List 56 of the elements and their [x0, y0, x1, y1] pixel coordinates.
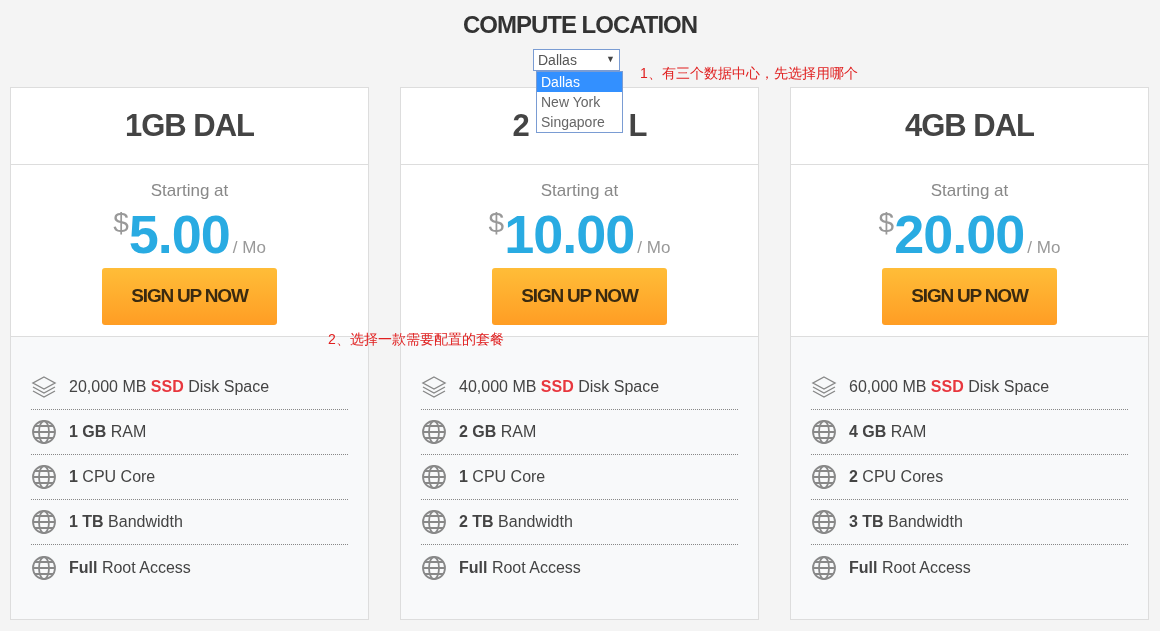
- price-period: / Mo: [232, 236, 266, 259]
- layers-icon: [811, 374, 837, 400]
- dropdown-option[interactable]: New York: [537, 92, 622, 112]
- globe-icon: [31, 464, 57, 490]
- feature-text: 2 GB RAM: [459, 422, 537, 442]
- feature-text: 1 TB Bandwidth: [69, 512, 183, 532]
- plan-name-fragment: L: [628, 106, 647, 145]
- sign-up-button[interactable]: SIGN UP NOW: [492, 268, 667, 325]
- globe-icon: [811, 419, 837, 445]
- currency-symbol: $: [488, 206, 505, 240]
- starting-label: Starting at: [540, 180, 619, 202]
- feature-text: 60,000 MB SSD Disk Space: [849, 377, 1050, 397]
- starting-label: Starting at: [930, 180, 1009, 202]
- feature-text: 1 CPU Core: [459, 467, 546, 487]
- annotation-text: 2、选择一款需要配置的套餐: [328, 330, 504, 349]
- globe-icon: [811, 464, 837, 490]
- price-amount: 10.00: [504, 203, 635, 266]
- starting-label: Starting at: [150, 180, 229, 202]
- feature-text: 2 CPU Cores: [849, 467, 944, 487]
- feature-text: 1 GB RAM: [69, 422, 147, 442]
- layers-icon: [421, 374, 447, 400]
- feature-text: 20,000 MB SSD Disk Space: [69, 377, 270, 397]
- annotation-text: 1、有三个数据中心，先选择用哪个: [640, 64, 858, 83]
- globe-icon: [31, 509, 57, 535]
- sign-up-button[interactable]: SIGN UP NOW: [102, 268, 277, 325]
- globe-icon: [811, 509, 837, 535]
- globe-icon: [811, 554, 837, 581]
- globe-icon: [31, 554, 57, 581]
- location-select[interactable]: Dallas ▼: [533, 49, 620, 71]
- price-period: / Mo: [1027, 236, 1061, 259]
- price-amount: 5.00: [128, 203, 230, 266]
- feature-text: 3 TB Bandwidth: [849, 512, 963, 532]
- feature-text: Full Root Access: [459, 557, 581, 578]
- page-title: COMPUTE LOCATION: [461, 10, 699, 40]
- feature-text: 4 GB RAM: [849, 422, 927, 442]
- currency-symbol: $: [878, 206, 895, 238]
- dropdown-option[interactable]: Singapore: [537, 112, 622, 132]
- plan-name: 4GB DAL: [904, 106, 1035, 145]
- feature-text: 2 TB Bandwidth: [459, 512, 573, 532]
- globe-icon: [31, 419, 57, 445]
- feature-text: Full Root Access: [849, 557, 971, 578]
- globe-icon: [421, 464, 447, 490]
- globe-icon: [421, 554, 447, 581]
- sign-up-button[interactable]: SIGN UP NOW: [882, 268, 1057, 325]
- feature-text: 1 CPU Core: [69, 467, 156, 487]
- currency-symbol: $: [113, 206, 129, 238]
- plan-name-fragment: 2: [512, 106, 529, 145]
- price-period: / Mo: [637, 236, 671, 259]
- globe-icon: [421, 509, 447, 535]
- plan-name: 1GB DAL: [124, 106, 255, 145]
- price-amount: 20.00: [894, 203, 1025, 266]
- feature-text: Full Root Access: [69, 557, 191, 578]
- globe-icon: [421, 419, 447, 445]
- layers-icon: [31, 374, 57, 400]
- caret-icon: ▼: [606, 53, 615, 67]
- feature-text: 40,000 MB SSD Disk Space: [459, 377, 660, 397]
